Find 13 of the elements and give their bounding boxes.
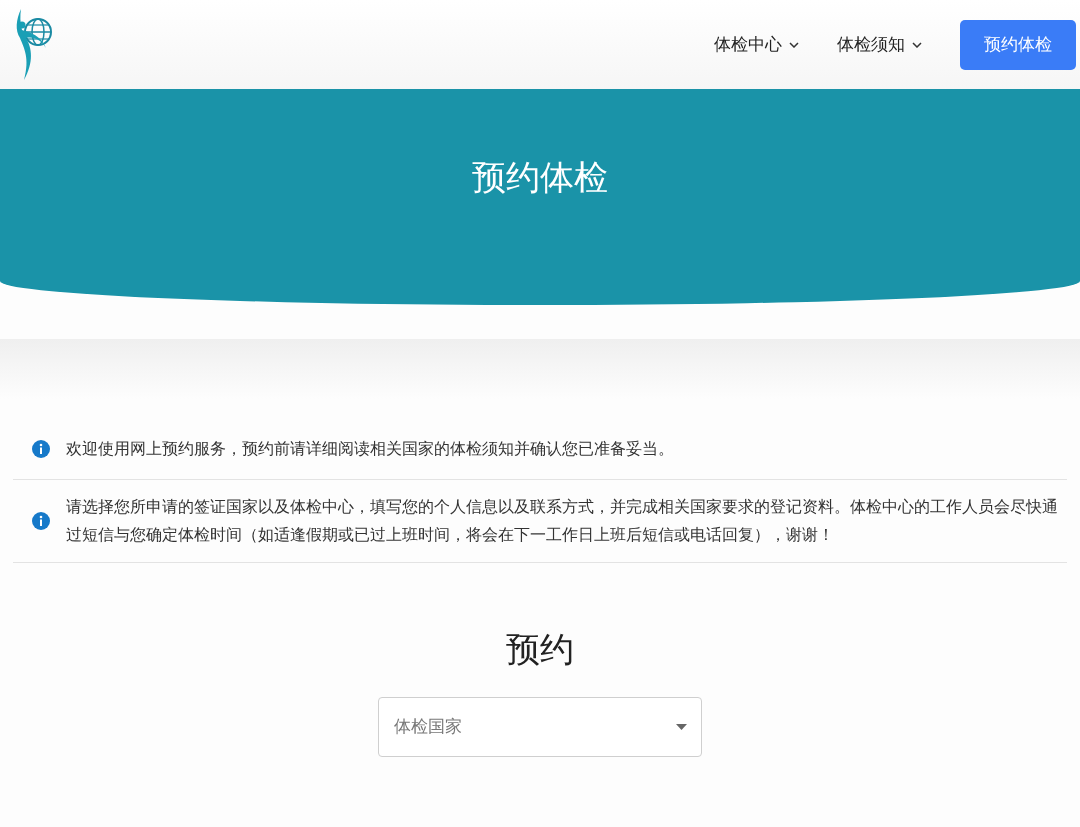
country-select[interactable]: 体检国家 (378, 697, 702, 757)
chevron-down-icon (912, 41, 922, 48)
notice-text: 欢迎使用网上预约服务，预约前请详细阅读相关国家的体检须知并确认您已准备妥当。 (66, 439, 674, 459)
info-icon (32, 440, 50, 458)
hero-title: 预约体检 (472, 157, 608, 198)
dropdown-caret-icon (676, 724, 687, 730)
chevron-down-icon (789, 41, 799, 48)
book-exam-button[interactable]: 预约体检 (960, 19, 1076, 70)
nav-menu-link[interactable]: 体检须知 (837, 31, 922, 58)
info-icon (32, 512, 50, 530)
nav-menu-link[interactable]: 体检中心 (714, 31, 799, 58)
booking-title: 预约 (506, 629, 574, 670)
notice-text: 请选择您所申请的签证国家以及体检中心，填写您的个人信息以及联系方式，并完成相关国家要求的登记资料。体检中心的工作人员会尽快通过短信与您确定体检时间（如适逢假期或已过上班时间，将会在下一工作日上班后短信或电话回复），谢谢！ (66, 497, 1059, 545)
